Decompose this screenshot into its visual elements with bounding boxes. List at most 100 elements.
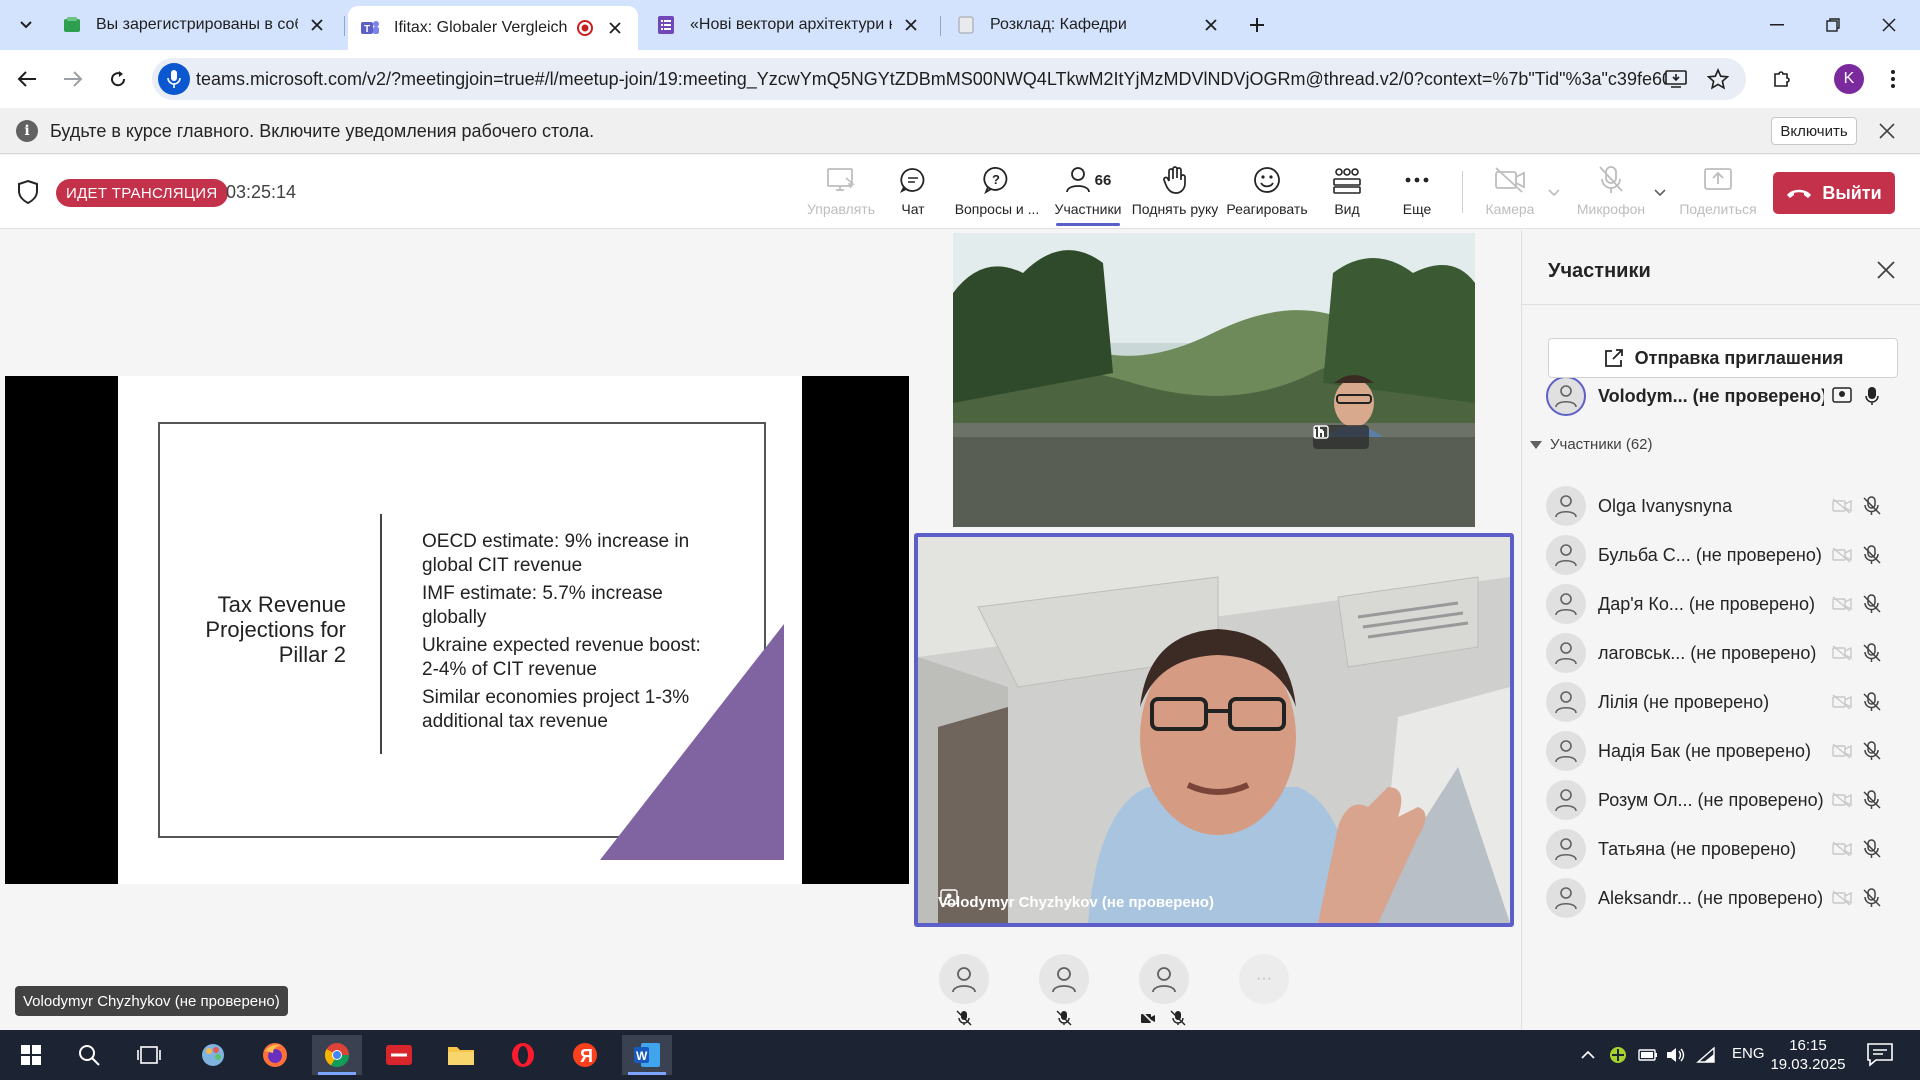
- minimize-button[interactable]: [1754, 8, 1800, 42]
- video-tile-background-participant[interactable]: [953, 233, 1475, 527]
- browser-tab-3[interactable]: «Нові вектори архітектури на: [644, 6, 934, 44]
- participant-avatar-tile[interactable]: [939, 954, 989, 1004]
- participants-section-header[interactable]: Участники (62): [1530, 436, 1653, 453]
- more-button[interactable]: Еще: [1392, 163, 1442, 223]
- presenter-row[interactable]: Volodym... (не проверено): [1546, 372, 1906, 420]
- notification-text: Будьте в курсе главного. Включите уведом…: [50, 121, 595, 141]
- close-window-button[interactable]: [1866, 8, 1912, 42]
- speaker-icon[interactable]: [1666, 1045, 1686, 1065]
- mic-options-chevron[interactable]: [1652, 185, 1668, 201]
- person-icon: [1555, 642, 1577, 665]
- battery-icon[interactable]: [1638, 1045, 1658, 1065]
- install-app-icon[interactable]: [1664, 67, 1688, 91]
- taskbar-app-chrome[interactable]: [312, 1035, 362, 1075]
- new-tab-button[interactable]: [1244, 12, 1270, 38]
- participant-row[interactable]: Дар'я Ко... (не проверено): [1546, 580, 1906, 628]
- participant-row[interactable]: Розум Ол... (не проверено): [1546, 776, 1906, 824]
- browser-tab-teams-active[interactable]: T Ifitax: Globaler Vergleich de: [348, 6, 638, 50]
- participant-badge-icon: [1830, 384, 1854, 408]
- taskbar-app-colorful[interactable]: [188, 1035, 238, 1075]
- restore-button[interactable]: [1810, 8, 1856, 42]
- share-screen-icon: [1703, 163, 1733, 197]
- chevron-down-icon: [1654, 189, 1666, 197]
- back-button[interactable]: [11, 63, 43, 95]
- tray-app-icon[interactable]: [1608, 1045, 1628, 1065]
- taskbar-app-word[interactable]: W: [622, 1035, 672, 1075]
- raise-hand-button[interactable]: Поднять руку: [1130, 163, 1220, 223]
- send-invite-button[interactable]: Отправка приглашения: [1548, 338, 1898, 378]
- person-icon: [1152, 967, 1176, 993]
- camera-options-chevron[interactable]: [1546, 185, 1562, 201]
- close-icon[interactable]: [900, 14, 922, 36]
- view-button[interactable]: Вид: [1322, 163, 1372, 223]
- qa-button[interactable]: ? Вопросы и ...: [952, 163, 1042, 223]
- participant-avatar-tile[interactable]: [1139, 954, 1189, 1004]
- avatar: [1546, 682, 1586, 722]
- taskbar-app-opera[interactable]: [498, 1035, 548, 1075]
- browser-tab-4[interactable]: Розклад: Кафедри: [944, 6, 1234, 44]
- minimize-icon: [1770, 24, 1784, 26]
- camera-button[interactable]: Камера: [1480, 163, 1540, 223]
- participant-row[interactable]: Лілія (не проверено): [1546, 678, 1906, 726]
- participant-row[interactable]: Aleksandr... (не проверено): [1546, 874, 1906, 922]
- close-icon[interactable]: [1876, 120, 1898, 142]
- address-bar[interactable]: teams.microsoft.com/v2/?meetingjoin=true…: [152, 58, 1746, 100]
- close-icon[interactable]: [1200, 14, 1222, 36]
- mic-off-icon: [1860, 641, 1884, 665]
- chevron-up-icon[interactable]: [1578, 1045, 1598, 1065]
- person-icon: [1555, 887, 1577, 910]
- task-view-button[interactable]: [124, 1035, 174, 1075]
- close-icon[interactable]: [604, 17, 626, 39]
- system-clock[interactable]: 16:15 19.03.2025: [1765, 1036, 1851, 1074]
- share-button[interactable]: Поделиться: [1676, 163, 1760, 223]
- enable-notifications-button[interactable]: Включить: [1771, 117, 1857, 145]
- profile-avatar[interactable]: K: [1834, 64, 1864, 94]
- shield-icon[interactable]: [16, 179, 40, 205]
- browser-tab-1[interactable]: Вы зарегистрированы в событ: [50, 6, 340, 44]
- leave-button[interactable]: Выйти: [1773, 172, 1895, 214]
- video-tile-active-speaker[interactable]: Volodymyr Chyzhykov (не проверено): [914, 533, 1514, 927]
- mic-off-icon: [956, 1010, 972, 1026]
- more-participants-tile[interactable]: ···: [1239, 954, 1289, 1004]
- taskbar-app-explorer[interactable]: [436, 1035, 486, 1075]
- participant-row[interactable]: лаговськ... (не проверено): [1546, 629, 1906, 677]
- extensions-button[interactable]: [1766, 63, 1798, 95]
- participant-row[interactable]: Надія Бак (не проверено): [1546, 727, 1906, 775]
- shared-screen-presenter-tag: Volodymyr Chyzhykov (не проверено): [15, 986, 288, 1016]
- close-icon[interactable]: [306, 14, 328, 36]
- participant-row[interactable]: Татьяна (не проверено): [1546, 825, 1906, 873]
- task-view-icon: [137, 1046, 161, 1064]
- forward-button[interactable]: [57, 63, 89, 95]
- tab-title: «Нові вектори архітектури на: [690, 16, 892, 33]
- star-icon[interactable]: [1706, 67, 1730, 91]
- avatar: [1546, 829, 1586, 869]
- reload-button[interactable]: [102, 63, 134, 95]
- manage-button[interactable]: Управлять: [806, 163, 876, 223]
- wifi-icon[interactable]: [1696, 1045, 1716, 1065]
- participant-row[interactable]: Бульба С... (не проверено): [1546, 531, 1906, 579]
- svg-text:T: T: [364, 24, 370, 35]
- react-button[interactable]: Реагировать: [1224, 163, 1310, 223]
- participant-avatar-tile[interactable]: [1039, 954, 1089, 1004]
- microphone-icon[interactable]: [158, 63, 190, 95]
- chat-button[interactable]: Чат: [888, 163, 938, 223]
- teams-icon: T: [360, 18, 380, 38]
- taskbar-app-yandex[interactable]: Я: [560, 1035, 610, 1075]
- start-button[interactable]: [6, 1035, 56, 1075]
- tab-search-dropdown[interactable]: [10, 9, 42, 41]
- action-center-icon[interactable]: [1866, 1042, 1894, 1068]
- close-icon[interactable]: [1874, 258, 1898, 282]
- mic-off-icon: [1056, 1010, 1072, 1026]
- input-language[interactable]: ENG: [1732, 1045, 1765, 1062]
- taskbar-app-red[interactable]: [374, 1035, 424, 1075]
- participants-button[interactable]: 66 Участники: [1050, 163, 1126, 223]
- avatar: [1546, 376, 1586, 416]
- taskbar-app-firefox[interactable]: [250, 1035, 300, 1075]
- tab-title: Ifitax: Globaler Vergleich de: [394, 19, 570, 36]
- slide-bullet: OECD estimate: 9% increase in global CIT…: [422, 531, 690, 576]
- participant-name: Розум Ол... (не проверено): [1598, 789, 1824, 810]
- participant-row[interactable]: Olga Ivanysnyna: [1546, 482, 1906, 530]
- microphone-button[interactable]: Микрофон: [1572, 163, 1650, 223]
- browser-menu-button[interactable]: [1877, 63, 1909, 95]
- search-button[interactable]: [64, 1035, 114, 1075]
